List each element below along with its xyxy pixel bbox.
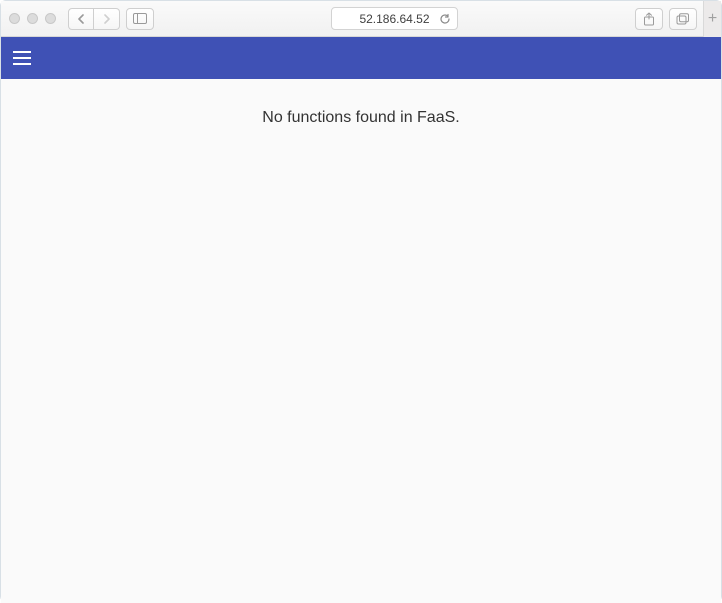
toolbar-right: [635, 8, 697, 30]
reload-button[interactable]: [439, 13, 451, 25]
empty-state-message: No functions found in FaaS.: [1, 109, 721, 127]
share-icon: [643, 12, 655, 26]
share-button[interactable]: [635, 8, 663, 30]
browser-toolbar: 52.186.64.52 +: [1, 1, 721, 37]
hamburger-icon: [13, 51, 31, 53]
address-text: 52.186.64.52: [359, 12, 429, 26]
tabs-icon: [676, 13, 690, 25]
chevron-right-icon: [103, 14, 111, 24]
sidebar-icon: [133, 13, 147, 24]
app-header: [1, 37, 721, 79]
reload-icon: [439, 13, 451, 25]
forward-button[interactable]: [94, 8, 120, 30]
nav-buttons: [68, 8, 120, 30]
address-bar[interactable]: 52.186.64.52: [331, 7, 458, 30]
tabs-button[interactable]: [669, 8, 697, 30]
menu-button[interactable]: [13, 46, 37, 70]
minimize-window-button[interactable]: [27, 13, 38, 24]
sidebar-toggle-button[interactable]: [126, 8, 154, 30]
close-window-button[interactable]: [9, 13, 20, 24]
plus-icon: +: [708, 10, 717, 28]
new-tab-button[interactable]: +: [703, 1, 721, 37]
window-controls: [9, 13, 56, 24]
maximize-window-button[interactable]: [45, 13, 56, 24]
chevron-left-icon: [77, 14, 85, 24]
content-area: No functions found in FaaS.: [1, 79, 721, 603]
back-button[interactable]: [68, 8, 94, 30]
